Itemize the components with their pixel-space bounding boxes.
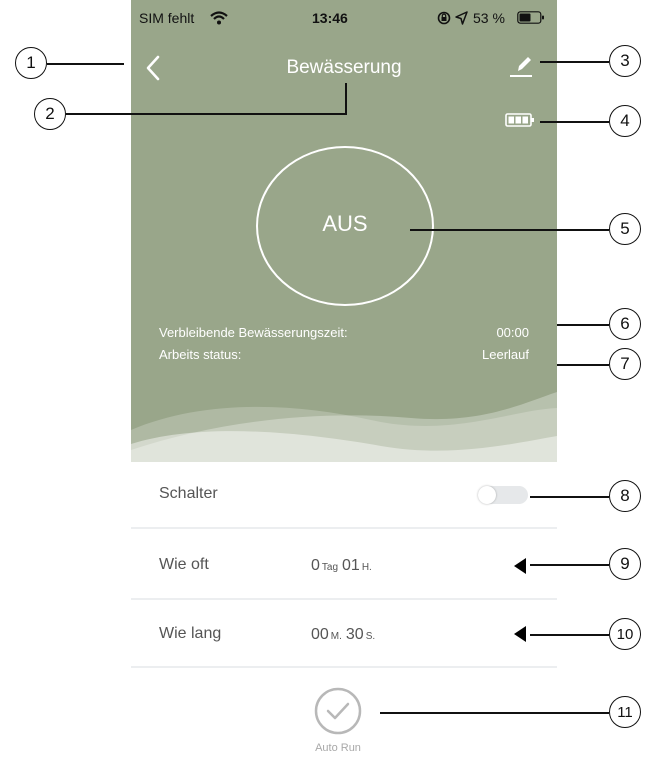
work-status-label: Arbeits status: xyxy=(159,347,242,362)
callout-line-4 xyxy=(540,121,609,123)
page-title: Bewässerung xyxy=(286,57,402,78)
callout-5: 5 xyxy=(609,213,641,245)
auto-run-label: Auto Run xyxy=(315,742,361,754)
callout-line-6 xyxy=(557,324,609,326)
remaining-time-value: 00:00 xyxy=(496,325,529,340)
check-circle-icon[interactable] xyxy=(314,687,362,735)
carrier-text: SIM fehlt xyxy=(139,10,195,26)
callout-11: 11 xyxy=(609,696,641,728)
wave-decoration xyxy=(131,392,557,462)
app-screen: SIM fehlt 13:46 53 % Bewässerung AUS Ver… xyxy=(131,0,557,764)
switch-row: Schalter xyxy=(131,463,557,529)
duration-minutes-unit: M. xyxy=(330,631,342,642)
frequency-row[interactable]: Wie oft 0 Tag 01 H. xyxy=(131,530,557,600)
callout-4: 4 xyxy=(609,105,641,137)
lock-rotation-icon xyxy=(437,11,451,25)
collapse-arrow-icon[interactable] xyxy=(513,625,527,643)
switch-label: Schalter xyxy=(159,485,218,502)
auto-switch-toggle[interactable] xyxy=(478,486,528,504)
frequency-value: 0 Tag 01 H. xyxy=(311,557,372,575)
callout-line-2-vertical xyxy=(345,83,347,114)
callout-1: 1 xyxy=(15,47,47,79)
duration-row[interactable]: Wie lang 00 M. 30 S. xyxy=(131,600,557,668)
clock-text: 13:46 xyxy=(312,10,348,26)
frequency-days-unit: Tag xyxy=(321,562,339,573)
frequency-hours: 01 xyxy=(342,557,360,574)
callout-line-5 xyxy=(410,229,609,231)
battery-icon xyxy=(517,11,544,24)
duration-value: 00 M. 30 S. xyxy=(311,626,375,644)
callout-8: 8 xyxy=(609,480,641,512)
watering-hero-panel: SIM fehlt 13:46 53 % Bewässerung AUS Ver… xyxy=(131,0,557,462)
location-arrow-icon xyxy=(455,11,468,25)
duration-seconds: 30 xyxy=(345,626,364,643)
frequency-days: 0 xyxy=(311,557,320,574)
duration-label: Wie lang xyxy=(159,625,222,642)
wifi-icon xyxy=(210,11,228,25)
battery-percent-text: 53 % xyxy=(473,10,505,26)
device-battery-icon xyxy=(505,113,534,127)
callout-line-7 xyxy=(557,364,609,366)
callout-2: 2 xyxy=(34,98,66,130)
duration-minutes: 00 xyxy=(311,626,329,643)
callout-line-8 xyxy=(530,496,609,498)
callout-line-1 xyxy=(47,63,124,65)
callout-line-11 xyxy=(380,712,609,714)
frequency-label: Wie oft xyxy=(159,556,209,573)
work-status-value: Leerlauf xyxy=(482,347,529,362)
callout-3: 3 xyxy=(609,45,641,77)
toggle-knob xyxy=(478,486,496,504)
callout-9: 9 xyxy=(609,548,641,580)
collapse-arrow-icon[interactable] xyxy=(513,557,527,575)
remaining-time-label: Verbleibende Bewässerungszeit: xyxy=(159,325,348,340)
duration-seconds-unit: S. xyxy=(365,631,376,642)
callout-10: 10 xyxy=(609,618,641,650)
callout-line-2 xyxy=(66,113,347,115)
callout-line-3 xyxy=(540,61,609,63)
callout-7: 7 xyxy=(609,348,641,380)
callout-line-9 xyxy=(530,564,609,566)
dial-state-text: AUS xyxy=(322,211,368,236)
callout-6: 6 xyxy=(609,308,641,340)
edit-pencil-icon[interactable] xyxy=(508,53,534,79)
callout-line-10 xyxy=(530,634,609,636)
frequency-hours-unit: H. xyxy=(361,562,372,573)
